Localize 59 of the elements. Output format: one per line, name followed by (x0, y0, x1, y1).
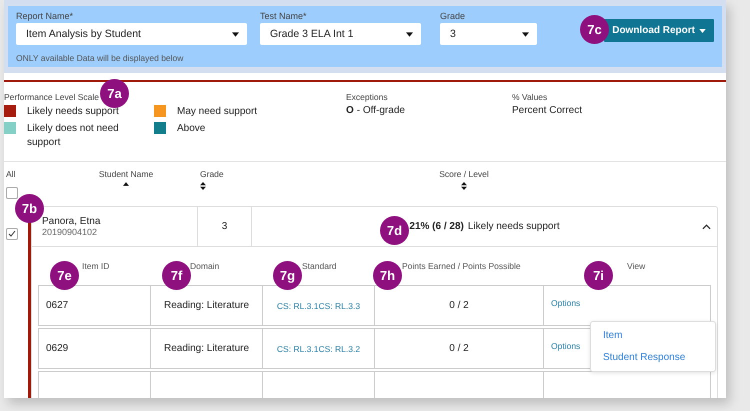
score-value: 21% (6 / 28) (409, 221, 464, 232)
percent-values-title: % Values (512, 92, 548, 102)
collapse-icon[interactable] (702, 224, 711, 230)
filter-note: ONLY available Data will be displayed below (16, 53, 184, 63)
column-header: View (627, 261, 646, 271)
column-header: Points Earned / Points Possible (402, 261, 521, 271)
callout-badge: 7f (162, 261, 191, 290)
row-checkbox[interactable] (6, 228, 18, 240)
filter-label: Test Name* (260, 11, 308, 21)
callout-badge: 7d (380, 216, 409, 245)
options-link[interactable]: Options (551, 341, 580, 351)
select-all-checkbox[interactable] (6, 187, 18, 199)
caret-icon (522, 32, 529, 36)
caret-icon (406, 32, 413, 36)
sort-icon[interactable] (200, 182, 206, 190)
grade-value: 3 (222, 221, 228, 232)
menu-item[interactable]: Student Response (603, 352, 686, 363)
dropdown-field[interactable]: Grade 3 ELA Int 1 (260, 23, 421, 45)
sort-icon[interactable] (461, 182, 467, 190)
select-all-label: All (6, 169, 16, 179)
standard-link[interactable]: CS: RL.3.1CS: RL.3.3 (276, 300, 360, 310)
exception-label: - Off-grade (356, 105, 405, 116)
callout-badge: 7b (15, 194, 44, 223)
column-header[interactable]: Grade (200, 169, 224, 179)
student-id: 20190904102 (42, 227, 98, 237)
column-header: Item ID (82, 261, 110, 271)
level-label: May need support (177, 105, 258, 119)
callout-badge: 7a (100, 79, 129, 108)
exceptions-title: Exceptions (346, 92, 388, 102)
column-header[interactable]: Student Name (98, 169, 154, 179)
filter-label: Report Name* (16, 11, 74, 21)
student-name: Panora, Etna (42, 216, 102, 227)
callout-badge: 7e (50, 261, 79, 290)
standard-link[interactable]: CS: RL.3.1CS: RL.3.2 (276, 344, 360, 354)
menu-item[interactable]: Item (603, 330, 686, 341)
table-cell: 0629 (38, 328, 151, 369)
table-cell: Reading: Literature (150, 328, 263, 369)
level-label: Likely needs support (27, 105, 120, 119)
legend-title: Performance Level Scale (4, 92, 99, 102)
column-header: Domain (190, 261, 220, 271)
level-label: Above (177, 122, 206, 136)
dropdown-field[interactable]: Item Analysis by Student (16, 23, 247, 45)
callout-badge: 7i (584, 261, 613, 290)
caret-icon (232, 32, 239, 36)
performance-level: Likely needs support (468, 221, 560, 232)
sort-ascending-icon[interactable] (123, 182, 129, 186)
exception-symbol: O (346, 105, 354, 116)
callout-badge: 7g (273, 261, 302, 290)
download-report-button[interactable]: Download Report (604, 19, 714, 42)
table-cell: 0 / 2 (374, 328, 544, 369)
percent-values-value: Percent Correct (512, 105, 582, 116)
dropdown-field[interactable]: 3 (440, 23, 537, 45)
callout-badge: 7h (373, 261, 402, 290)
options-link[interactable]: Options (551, 298, 580, 308)
column-header: Standard (302, 261, 336, 271)
caret-icon (699, 28, 706, 32)
level-label: Likely does not need support (27, 122, 120, 150)
filter-label: Grade (440, 11, 466, 21)
column-header[interactable]: Score / Level (439, 169, 489, 179)
